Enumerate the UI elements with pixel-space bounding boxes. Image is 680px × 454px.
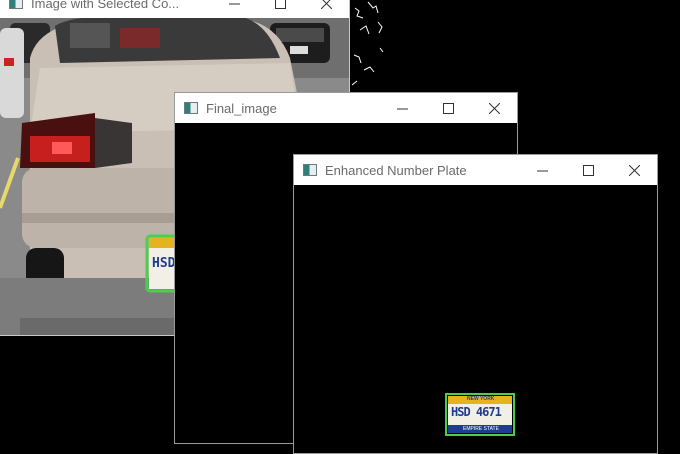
close-button[interactable] [611,155,657,185]
maximize-button[interactable] [425,93,471,123]
app-icon [303,164,317,176]
window-title: Enhanced Number Plate [325,162,467,178]
titlebar[interactable]: Enhanced Number Plate [294,155,657,185]
window-enhanced-number-plate[interactable]: Enhanced Number Plate NEW YORK HSD 4671 … [293,154,658,454]
plate-bottom-text: EMPIRE STATE [463,426,499,432]
plate-number-partial: HSD [152,256,176,271]
close-icon [628,164,640,176]
maximize-button[interactable] [565,155,611,185]
close-icon [488,102,500,114]
plate-number: HSD 4671 [451,405,502,419]
close-button[interactable] [303,0,349,18]
titlebar[interactable]: Image with Selected Co... [0,0,349,18]
minimize-button[interactable] [211,0,257,18]
minimize-icon [396,108,408,109]
maximize-icon [274,0,286,9]
maximize-icon [582,164,594,176]
app-icon [184,102,198,114]
titlebar[interactable]: Final_image [175,93,517,123]
close-button[interactable] [471,93,517,123]
window-title: Image with Selected Co... [31,0,180,11]
number-plate: NEW YORK HSD 4671 EMPIRE STATE [445,393,515,436]
enhanced-plate-canvas: NEW YORK HSD 4671 EMPIRE STATE [294,185,657,453]
contour-noise [351,1,384,86]
minimize-icon [536,170,548,171]
minimize-button[interactable] [519,155,565,185]
window-title: Final_image [206,100,277,116]
maximize-icon [442,102,454,114]
app-icon [9,0,23,9]
minimize-icon [228,3,240,4]
close-icon [320,0,332,9]
plate-top-text: NEW YORK [467,396,495,402]
minimize-button[interactable] [379,93,425,123]
maximize-button[interactable] [257,0,303,18]
